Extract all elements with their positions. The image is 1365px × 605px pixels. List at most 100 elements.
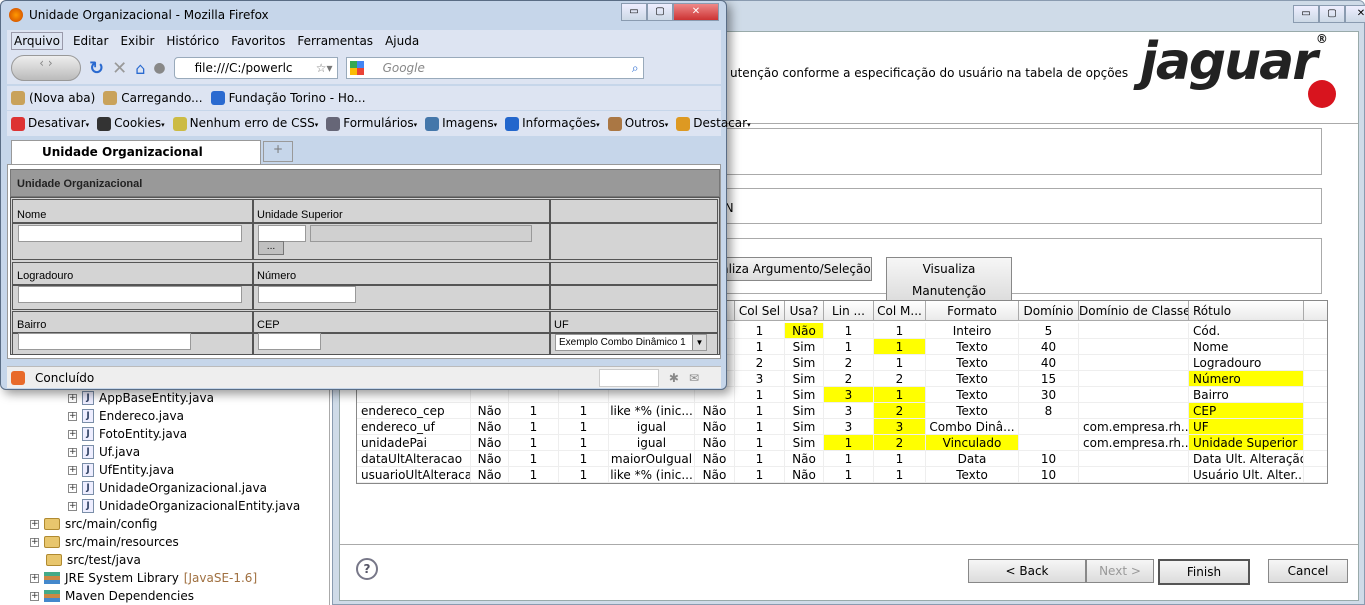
column-header[interactable] <box>1304 301 1327 321</box>
table-cell[interactable]: igual <box>609 419 695 435</box>
uf-select[interactable]: Exemplo Combo Dinâmico 1 ▼ <box>555 334 707 351</box>
table-cell[interactable]: Sim <box>785 403 824 419</box>
tree-item[interactable]: + src/main/resources <box>30 533 179 551</box>
table-cell[interactable]: Não <box>785 467 824 483</box>
table-cell[interactable]: 3 <box>735 371 785 387</box>
tree-item[interactable]: + J UnidadeOrganizacionalEntity.java <box>68 497 300 515</box>
table-cell[interactable]: Não <box>695 451 735 467</box>
table-cell[interactable]: Cód. <box>1189 323 1304 339</box>
devtools-menu[interactable]: Imagens▾ <box>425 116 497 131</box>
table-cell[interactable]: Não <box>785 323 824 339</box>
table-cell[interactable]: 2 <box>824 355 874 371</box>
table-cell[interactable]: 1 <box>824 451 874 467</box>
table-cell[interactable]: Usuário Ult. Alter... <box>1189 467 1304 483</box>
bookmark-item[interactable]: Carregando... <box>103 91 203 106</box>
table-cell[interactable]: 2 <box>874 435 926 451</box>
table-cell[interactable]: 2 <box>874 403 926 419</box>
table-cell[interactable] <box>1304 435 1327 451</box>
help-icon[interactable]: ? <box>356 558 378 580</box>
tree-item[interactable]: + src/main/config <box>30 515 157 533</box>
table-cell[interactable] <box>1019 419 1079 435</box>
devtools-menu[interactable]: Informações▾ <box>505 116 600 131</box>
table-cell[interactable] <box>1304 451 1327 467</box>
table-cell[interactable]: unidadePai <box>357 435 471 451</box>
expand-icon[interactable]: + <box>30 537 39 547</box>
table-cell[interactable]: 10 <box>1019 451 1079 467</box>
table-cell[interactable]: Sim <box>785 339 824 355</box>
table-cell[interactable]: 1 <box>874 339 926 355</box>
tab-unidade-organizacional[interactable]: Unidade Organizacional <box>11 140 261 164</box>
cancel-button[interactable]: Cancel <box>1268 559 1348 583</box>
tree-item[interactable]: + J UfEntity.java <box>68 461 174 479</box>
table-cell[interactable]: 30 <box>1019 387 1079 403</box>
table-cell[interactable] <box>1079 387 1189 403</box>
column-header[interactable]: Domínio de Classe <box>1079 301 1189 321</box>
table-cell[interactable]: Texto <box>926 339 1019 355</box>
menu-item[interactable]: Ajuda <box>383 33 421 49</box>
table-cell[interactable]: Não <box>471 435 509 451</box>
table-cell[interactable] <box>1079 451 1189 467</box>
table-cell[interactable]: 1 <box>735 323 785 339</box>
nome-input[interactable] <box>18 225 242 242</box>
table-cell[interactable]: 1 <box>824 435 874 451</box>
search-bar[interactable]: Google ⌕ <box>345 57 644 79</box>
table-cell[interactable]: 40 <box>1019 355 1079 371</box>
table-cell[interactable]: Não <box>471 467 509 483</box>
addon-icon[interactable]: ● <box>153 60 165 76</box>
bookmark-item[interactable]: Fundação Torino - Ho... <box>210 91 366 106</box>
back-forward-buttons[interactable]: ‹ › <box>11 55 81 81</box>
numero-input[interactable] <box>258 286 356 303</box>
expand-icon[interactable]: + <box>30 591 39 601</box>
tree-item[interactable]: + J FotoEntity.java <box>68 425 187 443</box>
table-cell[interactable]: 1 <box>559 435 609 451</box>
column-header[interactable]: Domínio <box>1019 301 1079 321</box>
table-cell[interactable]: 1 <box>735 451 785 467</box>
table-cell[interactable]: 1 <box>509 435 559 451</box>
table-cell[interactable]: Não <box>695 419 735 435</box>
table-cell[interactable] <box>1304 387 1327 403</box>
ff-minimize-button[interactable]: ▭ <box>621 3 647 21</box>
reload-icon[interactable]: ↻ <box>89 58 104 79</box>
stop-icon[interactable]: ✕ <box>112 58 127 79</box>
table-cell[interactable]: 1 <box>735 419 785 435</box>
table-cell[interactable]: Não <box>471 419 509 435</box>
cep-input[interactable] <box>258 333 321 350</box>
menu-item[interactable]: Histórico <box>164 33 221 49</box>
lookup-button[interactable]: ... <box>258 241 284 255</box>
bairro-input[interactable] <box>18 333 191 350</box>
table-cell[interactable]: 1 <box>824 339 874 355</box>
table-cell[interactable]: 2 <box>735 355 785 371</box>
table-cell[interactable] <box>1304 371 1327 387</box>
devtools-menu[interactable]: Cookies▾ <box>97 116 165 131</box>
menu-item[interactable]: Ferramentas <box>295 33 375 49</box>
table-cell[interactable]: 1 <box>509 403 559 419</box>
table-cell[interactable] <box>1304 467 1327 483</box>
expand-icon[interactable]: + <box>68 465 77 475</box>
table-cell[interactable]: Sim <box>785 435 824 451</box>
tree-item[interactable]: + Maven Dependencies <box>30 587 194 605</box>
table-cell[interactable]: 1 <box>509 419 559 435</box>
devtools-menu[interactable]: Formulários▾ <box>326 116 417 131</box>
table-cell[interactable]: 1 <box>559 451 609 467</box>
table-cell[interactable]: Vinculado <box>926 435 1019 451</box>
expand-icon[interactable]: + <box>68 447 77 457</box>
table-cell[interactable]: dataUltAlteracao <box>357 451 471 467</box>
table-cell[interactable] <box>1304 355 1327 371</box>
expand-icon[interactable]: + <box>68 411 77 421</box>
tree-item[interactable]: + J Endereco.java <box>68 407 184 425</box>
tree-item[interactable]: + J UnidadeOrganizacional.java <box>68 479 267 497</box>
table-cell[interactable]: Texto <box>926 355 1019 371</box>
table-cell[interactable]: igual <box>609 435 695 451</box>
tree-item[interactable]: + JRE System Library [JavaSE-1.6] <box>30 569 257 587</box>
table-cell[interactable]: 5 <box>1019 323 1079 339</box>
table-cell[interactable] <box>1304 323 1327 339</box>
bookmark-star-icon[interactable]: ☆▾ <box>316 58 333 78</box>
table-cell[interactable] <box>1079 355 1189 371</box>
visualiza-manutencao-button[interactable]: Visualiza Manutenção <box>886 257 1012 303</box>
tree-item[interactable]: + J Uf.java <box>68 443 140 461</box>
table-cell[interactable]: usuarioUltAlteracao <box>357 467 471 483</box>
visualiza-argumento-button[interactable]: aliza Argumento/Seleção <box>720 257 872 281</box>
table-cell[interactable]: Não <box>471 451 509 467</box>
table-cell[interactable]: 1 <box>824 467 874 483</box>
table-cell[interactable]: Sim <box>785 419 824 435</box>
